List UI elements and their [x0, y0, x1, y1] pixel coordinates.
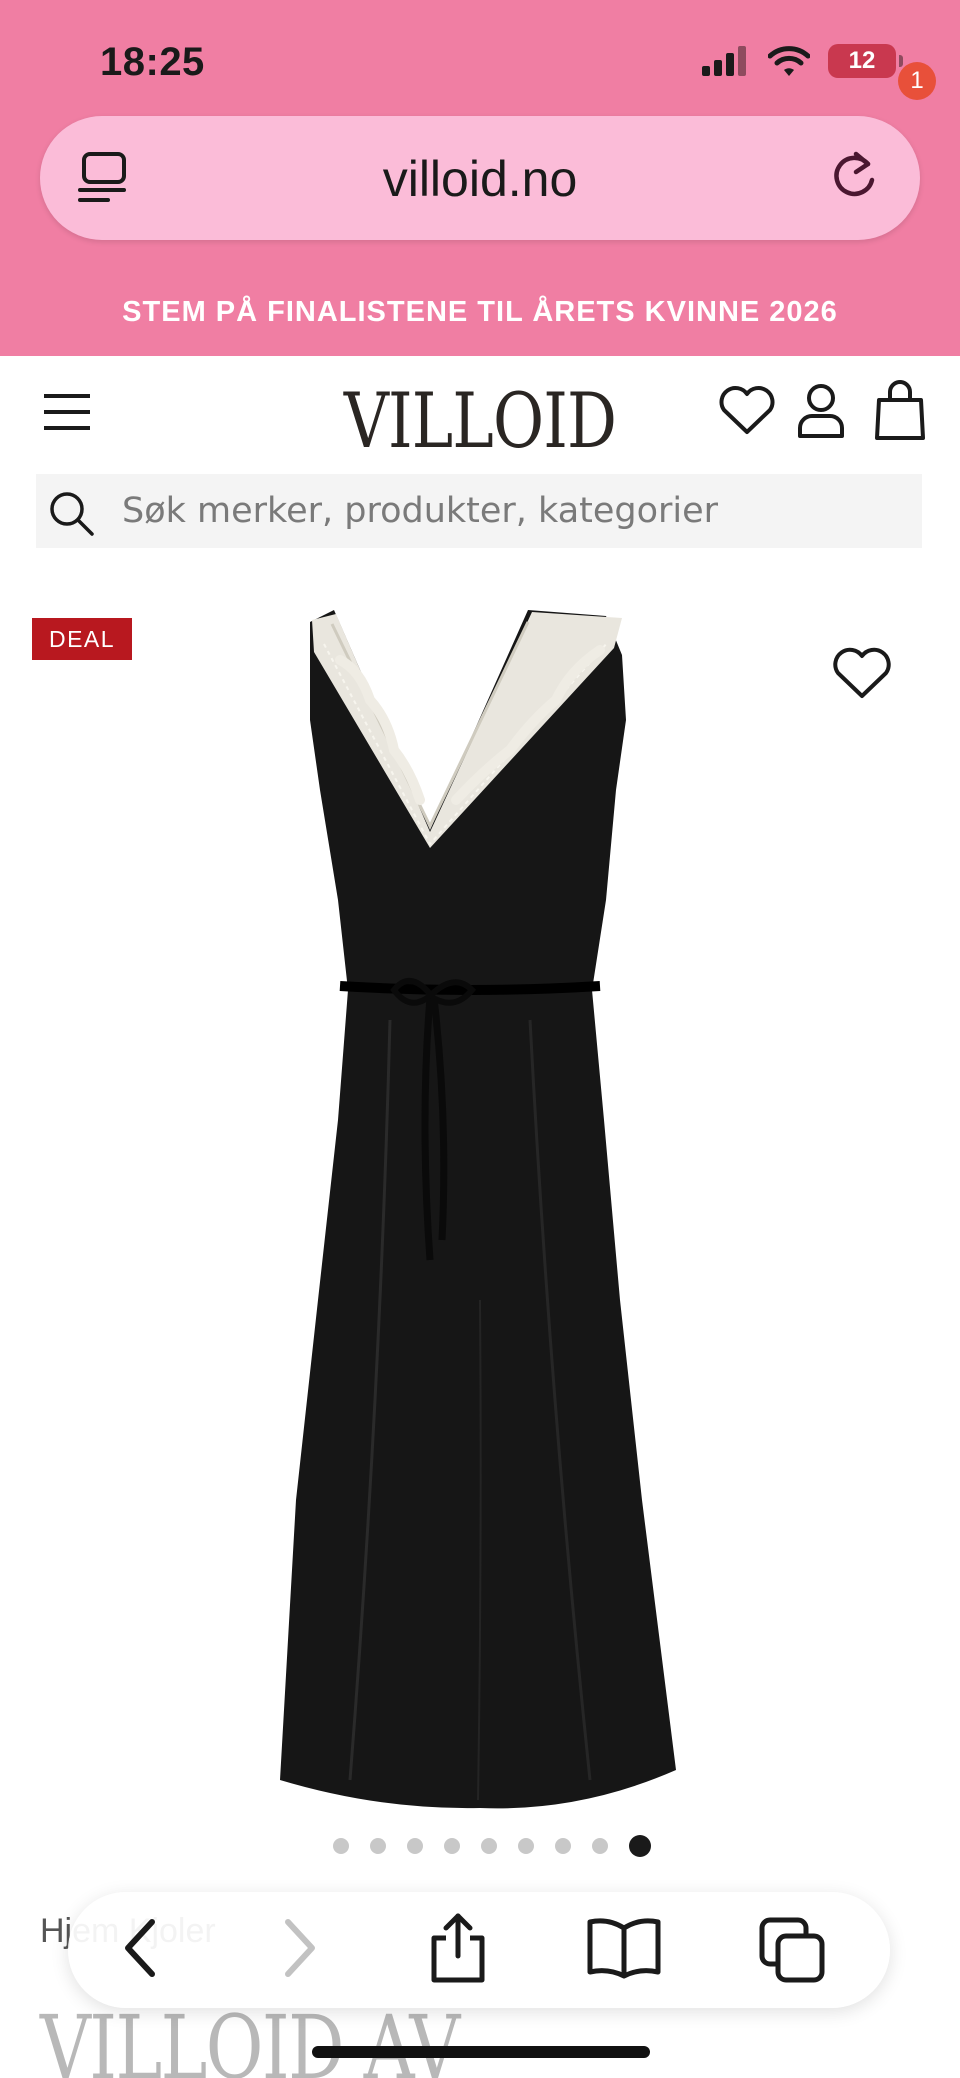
battery-indicator: 12 [828, 44, 903, 78]
back-icon[interactable] [120, 1916, 160, 1980]
carousel-dot[interactable] [592, 1838, 608, 1854]
product-image[interactable] [270, 600, 690, 1812]
shopping-bag-icon[interactable] [874, 380, 926, 442]
browser-toolbar [68, 1892, 890, 2008]
deal-badge: DEAL [32, 618, 132, 660]
image-carousel-dots [0, 1835, 960, 1857]
bookmarks-icon[interactable] [586, 1916, 662, 1980]
carousel-dot[interactable] [518, 1838, 534, 1854]
carousel-dot-active[interactable] [629, 1835, 651, 1857]
promo-banner[interactable]: STEM PÅ FINALISTENE TIL ÅRETS KVINNE 202… [0, 296, 960, 329]
user-icon[interactable] [796, 382, 846, 440]
wifi-icon [768, 46, 810, 76]
tabs-icon[interactable] [758, 1916, 828, 1984]
heart-icon[interactable] [718, 384, 776, 436]
carousel-dot[interactable] [444, 1838, 460, 1854]
cart-count-badge: 1 [898, 62, 936, 100]
signal-icon [702, 46, 746, 76]
search-input[interactable] [122, 474, 902, 548]
share-icon[interactable] [428, 1910, 488, 1984]
carousel-dot[interactable] [407, 1838, 423, 1854]
wishlist-heart-icon[interactable] [832, 646, 892, 700]
carousel-dot[interactable] [555, 1838, 571, 1854]
search-bar[interactable] [36, 474, 922, 548]
brand-heading: VILLOID AV [40, 1996, 460, 2078]
url-text[interactable]: villoid.no [40, 150, 920, 208]
address-bar[interactable]: villoid.no [40, 116, 920, 240]
home-indicator [312, 2046, 650, 2058]
reload-icon[interactable] [826, 146, 882, 206]
status-time: 18:25 [100, 40, 205, 84]
carousel-dot[interactable] [333, 1838, 349, 1854]
search-icon [50, 492, 94, 536]
browser-top-area: 18:25 12 villoid.no STEM PÅ FINALISTENE … [0, 0, 960, 356]
status-icons: 12 [702, 44, 903, 78]
menu-icon[interactable] [42, 392, 92, 432]
carousel-dot[interactable] [481, 1838, 497, 1854]
carousel-dot[interactable] [370, 1838, 386, 1854]
forward-icon[interactable] [280, 1916, 320, 1980]
site-header: VILLOID [0, 356, 960, 466]
